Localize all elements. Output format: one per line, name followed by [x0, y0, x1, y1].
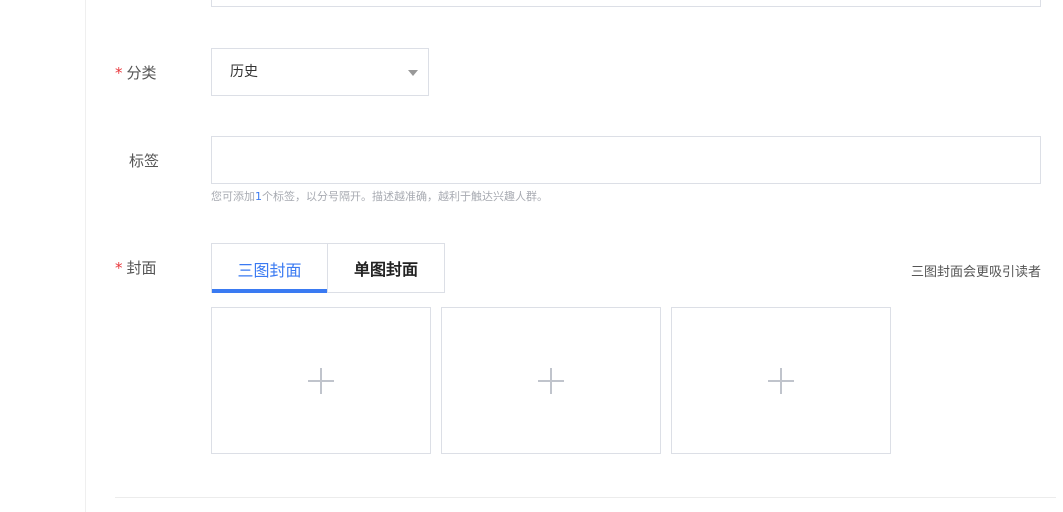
plus-icon: [308, 367, 334, 394]
tags-label: 标签: [129, 152, 160, 170]
title-input[interactable]: [211, 0, 1041, 7]
cover-label-row: * 封面: [115, 257, 157, 278]
tags-hint-prefix: 您可添加: [211, 190, 255, 203]
tags-hint-number: 1: [255, 190, 262, 203]
plus-icon: [768, 367, 794, 394]
tags-hint: 您可添加1个标签，以分号隔开。描述越准确，越利于触达兴趣人群。: [211, 188, 548, 204]
left-divider: [85, 0, 86, 512]
plus-icon: [538, 367, 564, 394]
category-select[interactable]: 历史: [211, 48, 429, 96]
cover-label: 封面: [126, 259, 157, 277]
tab-single-image-cover[interactable]: 单图封面: [328, 243, 445, 293]
required-mark: *: [115, 64, 123, 82]
tab-three-image-cover[interactable]: 三图封面: [211, 243, 328, 293]
cover-tip: 三图封面会更吸引读者: [910, 265, 1041, 280]
category-label: 分类: [126, 64, 157, 82]
required-mark: *: [115, 259, 123, 277]
chevron-down-icon: [408, 70, 418, 76]
cover-upload-slot-1[interactable]: [211, 307, 431, 454]
cover-upload-slot-3[interactable]: [671, 307, 891, 454]
cover-upload-slot-2[interactable]: [441, 307, 661, 454]
category-label-row: * 分类: [115, 62, 157, 83]
section-divider: [115, 497, 1056, 498]
tags-hint-suffix: 个标签，以分号隔开。描述越准确，越利于触达兴趣人群。: [262, 190, 548, 203]
category-selected-value: 历史: [230, 64, 258, 80]
tags-input[interactable]: [211, 136, 1041, 184]
cover-tabs: 三图封面 单图封面: [211, 243, 445, 293]
